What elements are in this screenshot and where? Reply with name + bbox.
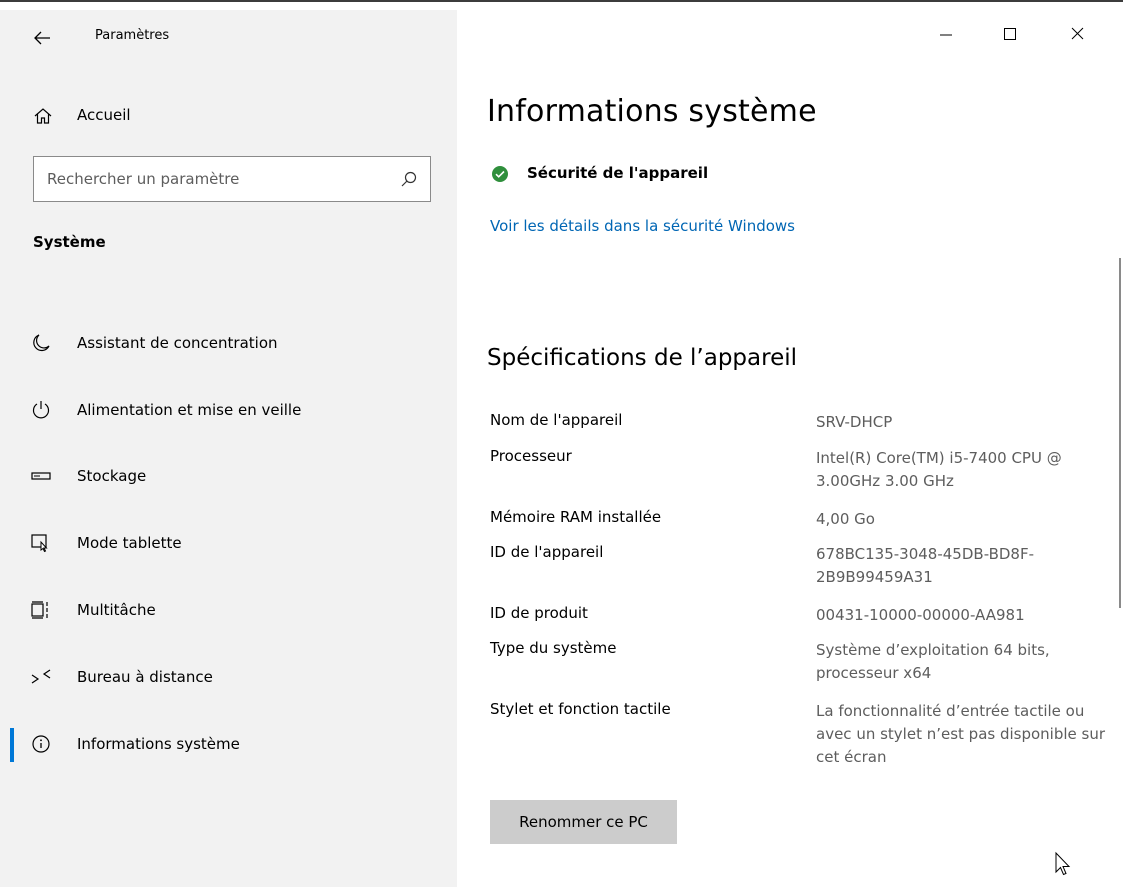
sidebar-item-storage[interactable]: Stockage	[0, 454, 457, 500]
window-controls	[923, 10, 1123, 56]
spec-label: Nom de l'appareil	[490, 411, 623, 429]
sidebar-item-focus-assist[interactable]: Assistant de concentration	[0, 321, 457, 367]
moon-icon	[30, 332, 52, 354]
specs-heading: Spécifications de l’appareil	[487, 345, 797, 371]
sidebar-item-label: Alimentation et mise en veille	[77, 401, 302, 419]
check-circle-icon	[490, 164, 510, 184]
multitask-icon	[30, 599, 52, 621]
page-title: Informations système	[487, 94, 817, 129]
sidebar-item-remote-desktop[interactable]: Bureau à distance	[0, 655, 457, 701]
sidebar-item-multitask[interactable]: Multitâche	[0, 588, 457, 634]
window-top-border	[0, 0, 1123, 9]
spec-label: Type du système	[490, 639, 617, 657]
selection-indicator	[10, 728, 14, 762]
sidebar-item-label: Stockage	[77, 467, 147, 485]
spec-label: Processeur	[490, 447, 572, 465]
remote-desktop-icon	[30, 666, 52, 688]
mouse-cursor-icon	[1054, 851, 1074, 877]
maximize-icon[interactable]	[987, 10, 1033, 56]
spec-value: 678BC135-3048-45DB-BD8F-2B9B99459A31	[816, 545, 1034, 586]
spec-value: Intel(R) Core(TM) i5-7400 CPU @ 3.00GHz …	[816, 449, 1062, 490]
close-icon[interactable]	[1055, 10, 1101, 56]
spec-label: Mémoire RAM installée	[490, 508, 662, 526]
info-icon	[30, 733, 52, 755]
spec-value: SRV-DHCP	[816, 413, 893, 431]
minimize-icon[interactable]	[923, 10, 969, 56]
spec-value: Système d’exploitation 64 bits, processe…	[816, 641, 1050, 682]
search-icon[interactable]	[400, 170, 418, 188]
sidebar-item-label: Assistant de concentration	[77, 334, 278, 352]
sidebar-item-label: Mode tablette	[77, 534, 182, 552]
spec-label: Stylet et fonction tactile	[490, 700, 671, 718]
spec-value: 4,00 Go	[816, 510, 875, 528]
security-details-link[interactable]: Voir les détails dans la sécurité Window…	[490, 217, 795, 235]
app-title: Paramètres	[95, 28, 170, 43]
sidebar-item-about[interactable]: Informations système	[0, 722, 457, 768]
storage-icon	[30, 465, 52, 487]
spec-label: ID de l'appareil	[490, 543, 604, 561]
section-title: Système	[33, 233, 106, 251]
spec-label: ID de produit	[490, 604, 588, 622]
sidebar-item-tablet-mode[interactable]: Mode tablette	[0, 521, 457, 567]
tablet-mode-icon	[30, 532, 52, 554]
sidebar-item-label: Informations système	[77, 735, 240, 753]
sidebar-item-power[interactable]: Alimentation et mise en veille	[0, 388, 457, 434]
spec-value: La fonctionnalité d’entrée tactile ou av…	[816, 702, 1106, 766]
rename-pc-button[interactable]: Renommer ce PC	[490, 800, 677, 844]
home-icon	[33, 106, 53, 126]
scrollbar[interactable]	[1119, 258, 1121, 608]
spec-value: 00431-10000-00000-AA981	[816, 606, 1025, 624]
search-input[interactable]	[34, 157, 397, 201]
security-status-text: Sécurité de l'appareil	[527, 164, 709, 182]
back-arrow-icon[interactable]	[30, 26, 54, 50]
sidebar-item-home[interactable]: Accueil	[0, 98, 457, 134]
sidebar: Paramètres Accueil Système Assistant de …	[0, 10, 457, 887]
sidebar-item-label: Bureau à distance	[77, 668, 213, 686]
power-icon	[30, 399, 52, 421]
sidebar-item-label: Multitâche	[77, 601, 156, 619]
search-box[interactable]	[33, 156, 431, 202]
sidebar-item-label: Accueil	[77, 106, 131, 124]
